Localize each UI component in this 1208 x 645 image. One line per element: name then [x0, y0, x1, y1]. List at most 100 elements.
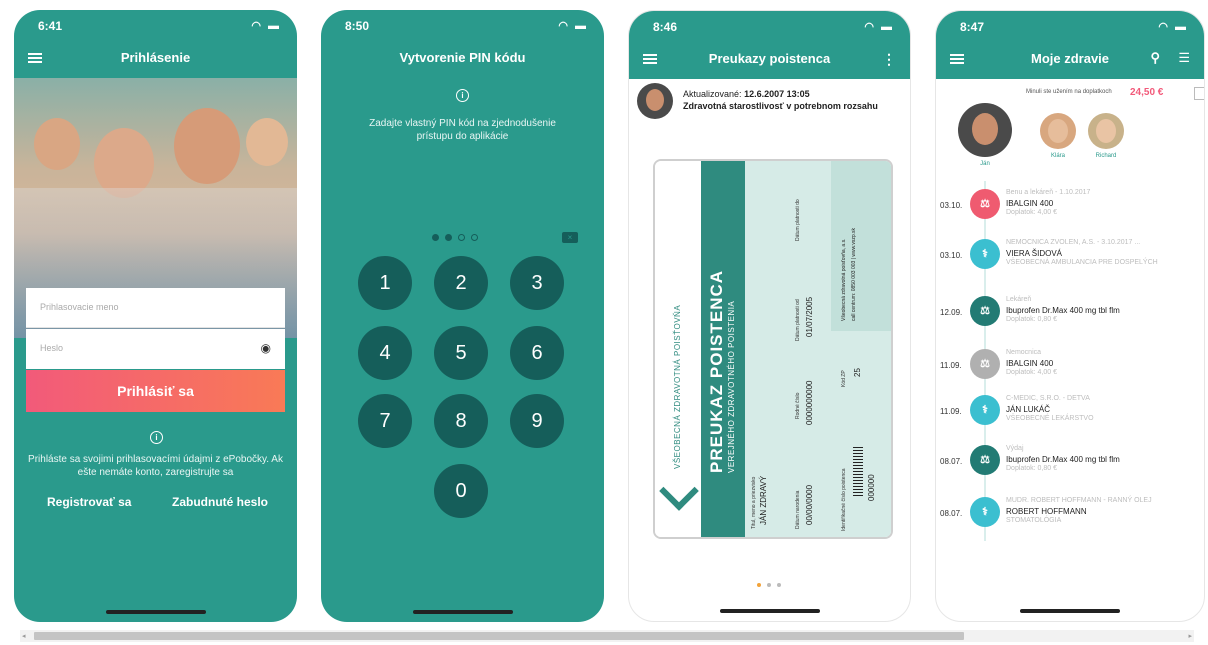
- timeline-entry[interactable]: 03.10. ⚖ Benu a lekáreň - 1.10.2017 IBALGIN…: [936, 187, 1204, 227]
- forgot-password-link[interactable]: Zabudnuté heslo: [172, 495, 268, 509]
- page-title: Preukazy poistenca: [708, 51, 831, 66]
- eye-icon[interactable]: ◉: [261, 341, 271, 355]
- entry-provider: C-MEDIC, S.R.O. - DETVA: [1006, 395, 1090, 402]
- card-birth-value: 00/00/0000: [805, 484, 814, 525]
- status-bar: 8:50 ◠ ▬: [321, 10, 604, 38]
- copay-value: 24,50 €: [1130, 87, 1164, 98]
- card-valid-from-value: 01/07/2005: [805, 296, 814, 337]
- password-field[interactable]: Heslo ◉: [26, 329, 285, 369]
- pin-info-text: Zadajte vlastný PIN kód na zjednodušenie…: [369, 118, 556, 142]
- coverage-text: Zdravotná starostlivosť v potrebnom rozs…: [683, 101, 878, 111]
- stethoscope-icon: ⚕: [970, 395, 1000, 425]
- scroll-left-icon[interactable]: ◂: [22, 632, 26, 640]
- register-link[interactable]: Registrovať sa: [47, 495, 131, 509]
- scroll-right-icon[interactable]: ▸: [1188, 632, 1192, 640]
- info-icon: i: [150, 431, 163, 444]
- entry-date: 03.10.: [940, 201, 963, 210]
- search-icon[interactable]: ⚲: [1150, 50, 1160, 66]
- page-title: Prihlásenie: [120, 50, 191, 65]
- key-8[interactable]: 8: [434, 394, 488, 448]
- key-3[interactable]: 3: [510, 256, 564, 310]
- document-icon[interactable]: [1194, 87, 1204, 100]
- card-title: PREUKAZ POISTENCA: [707, 269, 726, 473]
- entry-title: IBALGIN 400: [1006, 359, 1054, 368]
- card-id-value: 0000000000: [805, 380, 814, 426]
- entry-title: Ibuprofen Dr.Max 400 mg tbl flm: [1006, 455, 1120, 464]
- entry-provider: NEMOCNICA ZVOLEN, A.S. - 3.10.2017 ...: [1006, 239, 1141, 246]
- timeline-entry[interactable]: 08.07. ⚖ Výdaj Ibuprofen Dr.Max 400 mg tbl …: [936, 443, 1204, 483]
- page-title: Vytvorenie PIN kódu: [399, 50, 526, 65]
- card-company: Všeobecná zdravotná poisťovňa, a.s.: [841, 238, 847, 321]
- card-number-label: Identifikačné číslo poistenca: [841, 468, 847, 531]
- scale-icon: ⚖: [970, 445, 1000, 475]
- key-5[interactable]: 5: [434, 326, 488, 380]
- key-1[interactable]: 1: [358, 256, 412, 310]
- page-dot[interactable]: [767, 583, 771, 587]
- wifi-battery-icon: ◠ ▬: [1158, 21, 1188, 33]
- card-valid-to-label: Dátum platnosti do: [795, 199, 801, 241]
- horizontal-scrollbar[interactable]: ◂ ▸: [20, 630, 1194, 642]
- scale-icon: ⚖: [970, 349, 1000, 379]
- card-insurer: VŠEOBECNÁ ZDRAVOTNÁ POISŤOVŇA: [673, 304, 682, 469]
- insurance-cards-screen: 8:46 ◠ ▬ Preukazy poistenca ⋮ Aktualizov…: [628, 10, 911, 622]
- timeline-entry[interactable]: 03.10. ⚕ NEMOCNICA ZVOLEN, A.S. - 3.10.201…: [936, 237, 1204, 277]
- card-birth-label: Dátum narodenia: [795, 490, 801, 529]
- entry-title: ROBERT HOFFMANN: [1006, 507, 1087, 516]
- home-indicator: [412, 610, 513, 614]
- username-field[interactable]: Prihlasovacie meno: [26, 288, 285, 328]
- timeline-entry[interactable]: 12.09. ⚖ Lekáreň Ibuprofen Dr.Max 400 mg tb…: [936, 294, 1204, 334]
- person-name: Richard: [1095, 153, 1117, 159]
- filter-icon[interactable]: ☰: [1178, 50, 1190, 66]
- home-indicator: [1020, 609, 1120, 613]
- more-icon[interactable]: ⋮: [882, 51, 896, 68]
- entry-provider: Lekáreň: [1006, 296, 1032, 303]
- status-bar: 8:46 ◠ ▬: [629, 11, 910, 39]
- page-dot-active[interactable]: [757, 583, 761, 587]
- entry-title: VIERA ŠIDOVÁ: [1006, 249, 1063, 258]
- entry-date: 11.09.: [940, 361, 962, 370]
- key-7[interactable]: 7: [358, 394, 412, 448]
- avatar-person[interactable]: [958, 103, 1012, 157]
- entry-subtitle: Doplatok: 0,80 €: [1006, 316, 1057, 323]
- stethoscope-icon: ⚕: [970, 239, 1000, 269]
- scrollbar-thumb[interactable]: [34, 632, 964, 640]
- entry-date: 11.09.: [940, 407, 962, 416]
- key-2[interactable]: 2: [434, 256, 488, 310]
- entry-subtitle: STOMATOLÓGIA: [1006, 517, 1062, 524]
- wifi-battery-icon: ◠ ▬: [864, 21, 894, 33]
- timeline-entry[interactable]: 08.07. ⚕ MUDR. ROBERT HOFFMANN - RANNÝ OLE…: [936, 495, 1204, 535]
- stethoscope-icon: ⚕: [970, 497, 1000, 527]
- nav-bar: Prihlásenie: [14, 38, 297, 78]
- entry-title: JÁN LUKÁČ: [1006, 405, 1051, 414]
- page-dot[interactable]: [777, 583, 781, 587]
- key-9[interactable]: 9: [510, 394, 564, 448]
- insurance-card[interactable]: VŠEOBECNÁ ZDRAVOTNÁ POISŤOVŇA PREUKAZ PO…: [653, 159, 893, 539]
- scale-icon: ⚖: [970, 296, 1000, 326]
- entry-date: 03.10.: [940, 251, 963, 260]
- card-name-label: Titul, meno a priezvisko: [751, 476, 757, 529]
- entry-subtitle: Doplatok: 4,00 €: [1006, 369, 1057, 376]
- card-subtitle: VEREJNÉHO ZDRAVOTNÉHO POISTENIA: [727, 300, 736, 473]
- timeline-entry[interactable]: 11.09. ⚕ C-MEDIC, S.R.O. - DETVA JÁN LUKÁČ V…: [936, 393, 1204, 433]
- updated-value: 12.6.2007 13:05: [744, 89, 810, 99]
- scale-icon: ⚖: [970, 189, 1000, 219]
- status-bar: 8:47 ◠ ▬: [936, 11, 1204, 39]
- info-icon: i: [456, 89, 469, 102]
- nav-bar: Vytvorenie PIN kódu: [321, 38, 604, 78]
- key-4[interactable]: 4: [358, 326, 412, 380]
- timeline-entry[interactable]: 11.09. ⚖ Nemocnica IBALGIN 400 Doplatok: 4,0…: [936, 347, 1204, 387]
- avatar-person[interactable]: [1088, 113, 1124, 149]
- barcode: [853, 447, 863, 497]
- key-0[interactable]: 0: [434, 464, 488, 518]
- avatar-person[interactable]: [1040, 113, 1076, 149]
- status-time: 8:50: [345, 19, 370, 33]
- backspace-icon[interactable]: ×: [562, 232, 578, 243]
- key-6[interactable]: 6: [510, 326, 564, 380]
- pin-dot-empty: [458, 234, 465, 241]
- entry-subtitle: Doplatok: 0,80 €: [1006, 465, 1057, 472]
- login-button[interactable]: Prihlásiť sa: [26, 370, 285, 412]
- entry-provider: Nemocnica: [1006, 349, 1042, 356]
- avatar: [637, 83, 673, 119]
- updated-row: Aktualizované: 12.6.2007 13:05: [683, 89, 810, 99]
- pin-dot-filled: [432, 234, 439, 241]
